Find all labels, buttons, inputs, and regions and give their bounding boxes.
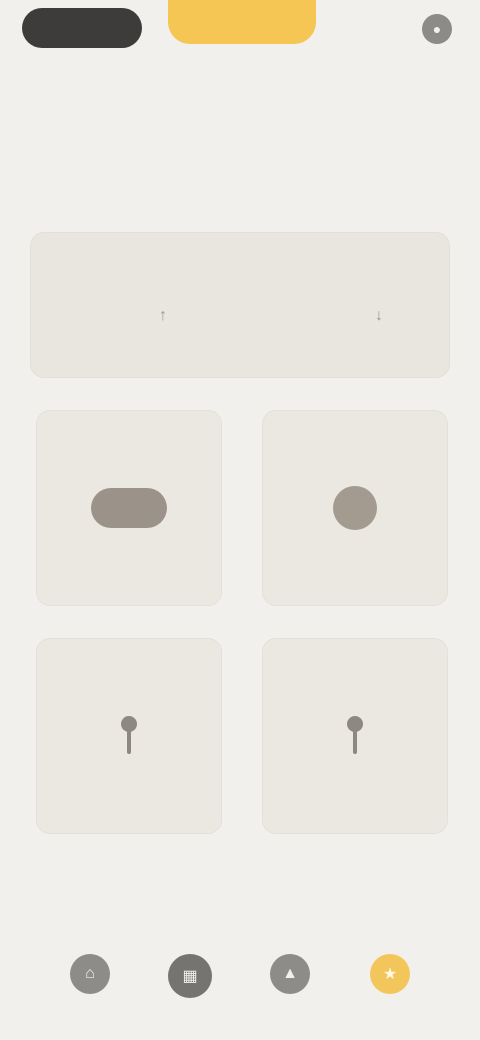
wide-icon	[91, 488, 167, 528]
pin-icon	[118, 716, 140, 756]
round-icon	[333, 486, 377, 530]
nav-item-4[interactable]: ★	[350, 930, 430, 1026]
left-pill-button[interactable]	[22, 8, 142, 48]
home-icon[interactable]: ⌂	[70, 954, 110, 994]
tile-3[interactable]	[36, 638, 222, 834]
tile-2[interactable]	[262, 410, 448, 606]
meta-row	[32, 110, 448, 130]
top-bar: ●	[0, 0, 480, 64]
summary-right: ↓	[319, 305, 439, 365]
app-screen: ● ↑ ↓ ⌂ ▦ ▲ ★	[0, 0, 480, 1040]
summary-left: ↑	[103, 305, 223, 365]
nav-item-1[interactable]: ⌂	[50, 930, 130, 1026]
summary-title	[67, 251, 367, 271]
summary-card[interactable]: ↑ ↓	[30, 232, 450, 378]
arrow-up-icon: ↑	[159, 307, 167, 324]
account-group[interactable]: ●	[412, 14, 452, 44]
nav-item-3[interactable]: ▲	[250, 930, 330, 1026]
pin-icon	[344, 716, 366, 756]
chart-icon[interactable]: ▲	[270, 954, 310, 994]
bottom-nav: ⌂ ▦ ▲ ★	[0, 900, 480, 1040]
tile-4[interactable]	[262, 638, 448, 834]
star-icon[interactable]: ★	[370, 954, 410, 994]
tile-1[interactable]	[36, 410, 222, 606]
user-icon[interactable]: ●	[422, 14, 452, 44]
grid-icon[interactable]: ▦	[168, 954, 212, 998]
accent-pill-button[interactable]	[168, 0, 316, 44]
nav-item-2[interactable]: ▦	[150, 930, 230, 1026]
page-subtitle	[140, 70, 340, 96]
hint-row	[32, 158, 448, 178]
arrow-down-icon: ↓	[375, 307, 383, 324]
